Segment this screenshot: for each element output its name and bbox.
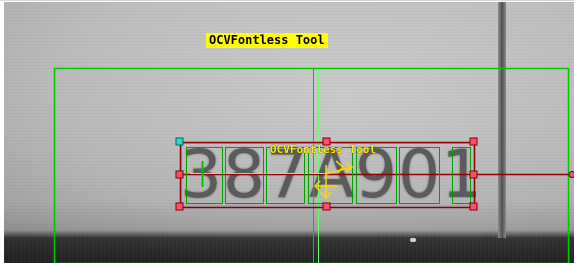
search-region-frame[interactable] (53, 67, 570, 263)
character-box (399, 147, 440, 204)
square-handle-icon[interactable] (175, 137, 184, 146)
tool-title-label: OCVFontless Tool (206, 33, 328, 48)
roi-tool-label: OCVFontless Tool (270, 143, 376, 156)
square-handle-icon[interactable] (469, 170, 478, 179)
square-handle-icon[interactable] (175, 170, 184, 179)
character-box (186, 147, 223, 204)
character-box (225, 147, 264, 204)
rotate-handle-icon[interactable] (568, 171, 574, 178)
origin-crosshair-icon[interactable] (313, 160, 354, 200)
square-handle-icon[interactable] (469, 137, 478, 146)
character-box (452, 147, 471, 204)
square-handle-icon[interactable] (175, 202, 184, 211)
square-handle-icon[interactable] (322, 202, 331, 211)
vision-viewer: 387A901 OCVFontless Tool OCVFontless Too… (0, 0, 574, 263)
square-handle-icon[interactable] (469, 202, 478, 211)
